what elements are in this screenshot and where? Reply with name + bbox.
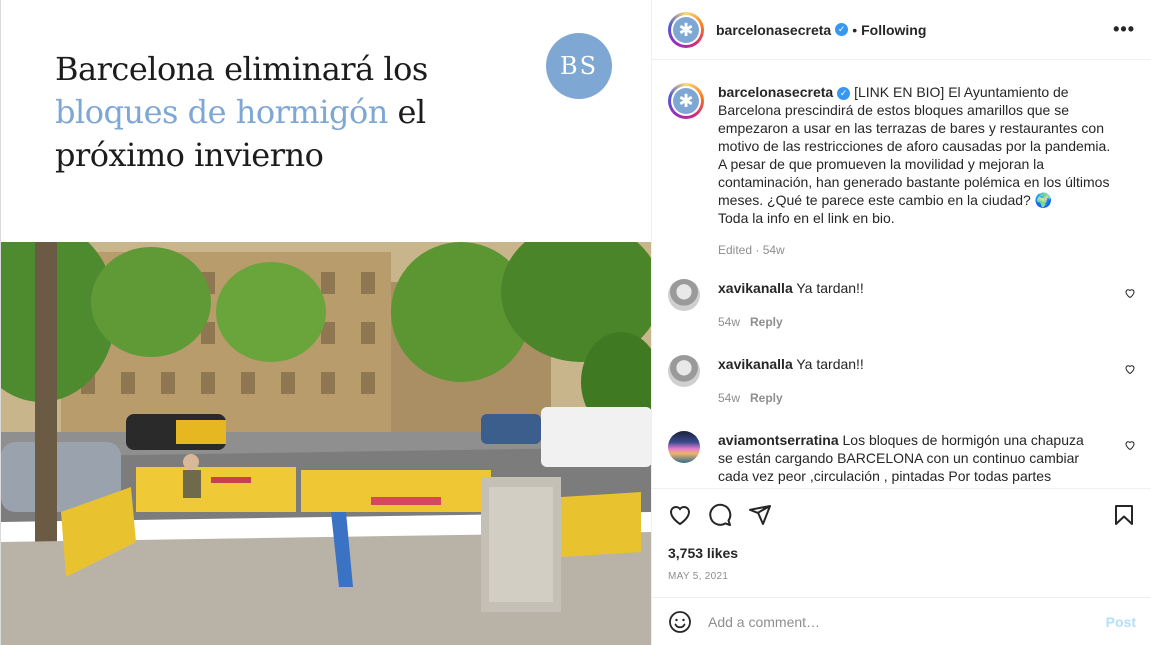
likes-count[interactable]: 3,753 likes [668,545,738,561]
post-image[interactable]: Barcelona eliminará los bloques de hormi… [0,0,651,645]
instagram-post-modal: Barcelona eliminará los bloques de hormi… [0,0,1151,645]
commenter-avatar[interactable] [668,431,700,463]
snowflake-icon: ✱ [673,88,699,114]
headline-line-1: Barcelona eliminará los [55,50,428,88]
comment-time: 54w [718,315,741,329]
image-headline: Barcelona eliminará los bloques de hormi… [55,48,428,177]
profile-avatar[interactable]: ✱ [668,11,704,48]
street-photo [1,242,651,645]
caption-avatar[interactable]: ✱ [668,83,704,119]
bookmark-icon[interactable] [1112,503,1136,527]
header-separator: • [852,21,858,38]
header-username[interactable]: barcelonasecreta [716,22,831,38]
reply-button[interactable]: Reply [750,391,783,405]
commenter-avatar[interactable] [668,279,700,311]
comment-text: Ya tardan!! [796,280,864,296]
ellipsis-icon[interactable]: ••• [1113,19,1135,40]
comment-body: xavikanalla Ya tardan!! 54w Reply [718,279,1098,331]
comment-body: xavikanalla Ya tardan!! 54w Reply [718,355,1098,407]
caption: ✱ barcelonasecreta ✓ [LINK EN BIO] El Ayu… [668,61,1136,259]
emoji-icon[interactable] [668,610,692,634]
commenter-avatar[interactable] [668,355,700,387]
comment-body: aviamontserratina Los bloques de hormigó… [718,431,1098,485]
headline-highlight: bloques de hormigón [55,93,388,131]
caption-body: barcelonasecreta ✓ [LINK EN BIO] El Ayunt… [718,83,1118,259]
post-button[interactable]: Post [1106,614,1136,630]
comments-list[interactable]: ✱ barcelonasecreta ✓ [LINK EN BIO] El Ayu… [652,61,1151,488]
headline-after-highlight: el [387,93,426,131]
following-button[interactable]: Following [861,22,926,38]
brand-badge: BS [546,33,612,99]
comment-input[interactable] [708,613,1078,630]
comment-row: xavikanalla Ya tardan!! 54w Reply [668,355,1136,407]
comment-username[interactable]: xavikanalla [718,280,793,296]
action-bar: 3,753 likes MAY 5, 2021 [652,488,1151,597]
snowflake-icon: ✱ [673,16,699,43]
verified-badge-icon: ✓ [835,23,849,36]
caption-meta: Edited · 54w [718,243,785,257]
comment-meta: 54w Reply [718,389,1098,407]
heart-icon[interactable] [1124,287,1136,299]
heart-icon[interactable] [1124,439,1136,451]
post-date: MAY 5, 2021 [668,571,729,582]
share-icon[interactable] [748,503,772,527]
reply-button[interactable]: Reply [750,315,783,329]
comment-username[interactable]: xavikanalla [718,356,793,372]
heart-icon[interactable] [1124,363,1136,375]
caption-username[interactable]: barcelonasecreta [718,84,833,100]
comment-icon[interactable] [708,503,732,527]
post-header: ✱ barcelonasecreta ✓ • Following ••• [652,0,1151,60]
comment-row: aviamontserratina Los bloques de hormigó… [668,431,1136,485]
post-sidebar: ✱ barcelonasecreta ✓ • Following ••• ✱ b… [651,0,1151,645]
add-comment-bar: Post [652,597,1151,645]
action-icons [668,503,1136,527]
verified-badge-icon: ✓ [837,86,851,100]
comment-row: xavikanalla Ya tardan!! 54w Reply [668,279,1136,331]
comment-meta: 54w Reply [718,313,1098,331]
caption-text: [LINK EN BIO] El Ayuntamiento de Barcelo… [718,84,1111,208]
comment-username[interactable]: aviamontserratina [718,432,839,448]
headline-line-2: bloques de hormigón el [55,91,428,134]
comment-time: 54w [718,391,741,405]
comment-text: Ya tardan!! [796,356,864,372]
headline-line-3: próximo invierno [55,136,324,174]
caption-text-2: Toda la info en el link en bio. [718,210,895,226]
heart-icon[interactable] [668,503,692,527]
